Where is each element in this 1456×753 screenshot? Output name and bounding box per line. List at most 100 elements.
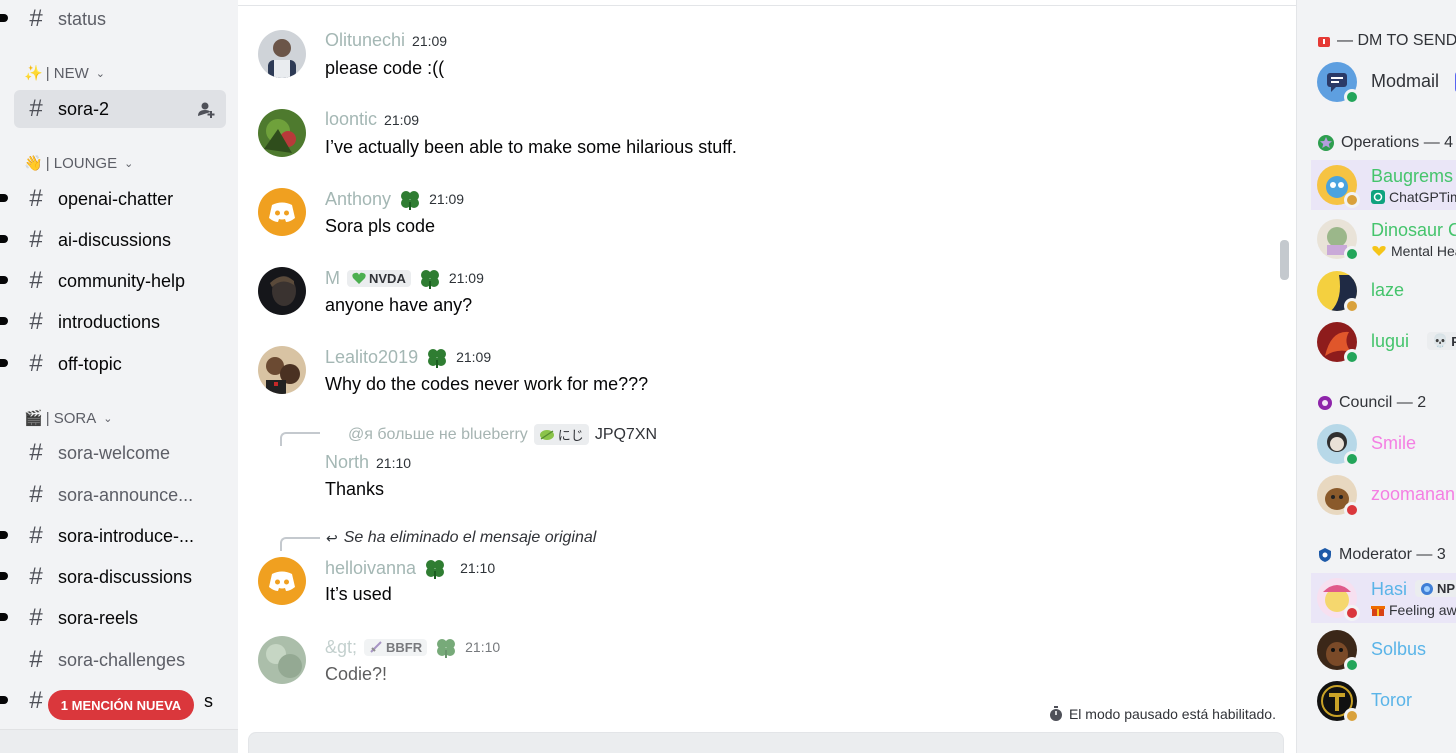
member-modmail[interactable]: Modmail A [1311, 57, 1456, 107]
member-dinosaur[interactable]: Dinosaur C Mental Hea [1311, 214, 1456, 264]
message-author[interactable]: &gt; [325, 637, 357, 658]
category-sora[interactable]: 🎬 | SORA ⌄ [24, 409, 112, 428]
member-laze[interactable]: laze [1311, 266, 1456, 316]
message-author[interactable]: M [325, 268, 340, 289]
online-status-icon [1344, 246, 1360, 262]
member-list: — DM TO SEND ... Modmail A Operations — … [1296, 0, 1456, 753]
member-toror[interactable]: Toror [1311, 676, 1456, 726]
member-solbus[interactable]: Solbus [1311, 625, 1456, 675]
clover-icon [428, 349, 447, 368]
heart-hands-icon [1372, 246, 1386, 256]
member-smile[interactable]: Smile [1311, 419, 1456, 469]
channel-name: sora-challenges [58, 649, 186, 670]
reply-preview[interactable]: @я больше не blueberry にじ JPQ7XN [348, 424, 657, 445]
reply-arrow-icon: ↩ [326, 529, 338, 546]
channel-off-topic[interactable]: # off-topic [0, 345, 226, 383]
avatar[interactable] [258, 30, 306, 78]
message-author[interactable]: North [325, 452, 369, 473]
unread-indicator [0, 613, 8, 621]
channel-openai-chatter[interactable]: # openai-chatter [0, 180, 226, 218]
member-name: Baugrems [1371, 166, 1454, 186]
server-tag[interactable]: NVDA [347, 269, 411, 287]
channel-community-help[interactable]: # community-help [0, 262, 226, 300]
message-text: Sora pls code [325, 216, 436, 236]
channel-ai-discussions[interactable]: # ai-discussions [0, 221, 226, 259]
member-hasi[interactable]: Hasi NP Feeling aw [1311, 573, 1456, 623]
channel-status[interactable]: # status [0, 0, 226, 38]
channel-name: status [58, 8, 107, 29]
channel-sora-discussions[interactable]: # sora-discussions [0, 558, 226, 596]
server-tag-label: にじ [557, 428, 584, 443]
reply-mention[interactable]: @я больше не blueberry [348, 426, 528, 444]
server-tag-label: NVDA [369, 270, 406, 286]
role-header-moderator: Moderator — 3 [1317, 546, 1446, 564]
server-tag-label: PA [1451, 334, 1456, 349]
category-lounge[interactable]: 👋 | LOUNGE ⌄ [24, 154, 133, 173]
role-title: Moderator — 3 [1339, 546, 1446, 563]
avatar [1317, 424, 1360, 467]
channel-sora-announcements[interactable]: # sora-announce... [14, 476, 226, 514]
server-tag[interactable]: BBFR [364, 638, 428, 656]
avatar [1317, 62, 1360, 105]
add-member-icon[interactable] [196, 99, 216, 119]
scrollbar-thumb[interactable] [1280, 240, 1289, 280]
slowmode-text: El modo pausado está habilitado. [1068, 706, 1276, 722]
channel-sora-introduce[interactable]: # sora-introduce-... [0, 517, 226, 555]
message-text: Codie?! [325, 664, 388, 684]
avatar [1317, 219, 1360, 262]
hash-icon: # [29, 226, 43, 253]
channel-introductions[interactable]: # introductions [0, 303, 226, 341]
member-baugrems[interactable]: Baugrems ChatGPTim [1311, 160, 1456, 210]
channel-sora-2[interactable]: # sora-2 [14, 90, 226, 128]
message-author[interactable]: loontic [325, 109, 377, 130]
avatar[interactable] [258, 109, 306, 157]
member-name: Modmail [1371, 71, 1440, 91]
slowmode-notice: El modo pausado está habilitado. [1049, 706, 1276, 722]
new-mention-pill[interactable]: 1 MENCIÓN NUEVA [48, 690, 194, 720]
clapper-icon: 🎬 [24, 410, 43, 427]
hash-icon: # [29, 95, 43, 122]
server-tag[interactable]: にじ [533, 424, 589, 445]
message-timestamp: 21:09 [456, 349, 492, 365]
star-badge-icon [1318, 135, 1334, 151]
unread-indicator [0, 14, 8, 22]
message-timestamp: 21:10 [376, 454, 412, 471]
role-header-council: Council — 2 [1317, 394, 1426, 412]
avatar[interactable] [258, 267, 306, 315]
channel-sora-welcome[interactable]: # sora-welcome [14, 434, 226, 472]
idle-status-icon [1344, 708, 1360, 724]
message-input[interactable] [248, 732, 1284, 753]
message-author[interactable]: Olitunechi [325, 30, 405, 51]
category-new[interactable]: ✨ | NEW ⌄ [24, 64, 105, 83]
heart-icon [352, 272, 366, 284]
message-author[interactable]: helloivanna [325, 558, 416, 579]
member-activity: Mental Hea [1371, 243, 1456, 259]
member-zoomanan[interactable]: zoomanan [1311, 470, 1456, 520]
role-title: — DM TO SEND ... [1337, 32, 1456, 49]
avatar[interactable] [258, 346, 306, 394]
unread-indicator [0, 696, 8, 704]
server-tag-label: BBFR [386, 639, 423, 655]
sword-icon [370, 641, 382, 653]
channel-sora-challenges[interactable]: # sora-challenges [14, 641, 226, 679]
avatar [1317, 630, 1360, 673]
channel-name: s [204, 690, 213, 711]
unread-indicator [0, 276, 8, 284]
avatar[interactable] [258, 636, 306, 684]
avatar[interactable] [258, 188, 306, 236]
sparkles-icon: ✨ [24, 65, 43, 82]
message-author[interactable]: Anthony [325, 189, 391, 210]
avatar[interactable] [258, 557, 306, 605]
clover-icon [401, 191, 420, 210]
unread-indicator [0, 317, 8, 325]
member-activity: Feeling aw [1371, 602, 1456, 618]
channel-sora-reels[interactable]: # sora-reels [0, 599, 226, 637]
member-lugui[interactable]: lugui 💀 PA [1311, 317, 1456, 367]
server-tag: 💀 PA [1427, 332, 1456, 350]
idle-status-icon [1344, 192, 1360, 208]
member-activity-text: Feeling aw [1389, 602, 1456, 618]
category-label: | SORA [45, 409, 97, 427]
role-header-operations: Operations — 4 [1317, 134, 1453, 152]
message-author[interactable]: Lealito2019 [325, 347, 418, 368]
role-title: Council — 2 [1339, 394, 1427, 411]
